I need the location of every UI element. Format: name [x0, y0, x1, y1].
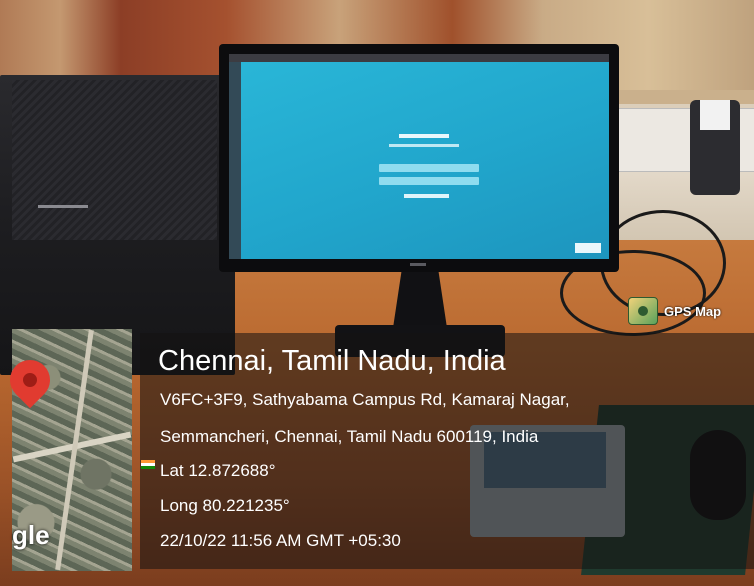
monitor — [219, 44, 619, 272]
map-provider-text: gle — [12, 520, 50, 550]
photo-scene: GPS Map gle Chennai, Tamil Nadu, India V… — [0, 0, 754, 586]
login-password-field — [379, 177, 479, 185]
longitude: Long 80.221235° — [160, 496, 290, 515]
gps-map-badge: GPS Map — [628, 297, 721, 325]
timestamp: 22/10/22 11:56 AM GMT +05:30 — [160, 531, 401, 550]
monitor-screen — [229, 54, 609, 259]
tower-logo — [38, 205, 88, 208]
gps-map-label: GPS Map — [664, 303, 722, 319]
tower-vent — [12, 80, 217, 240]
address-line-2: Semmancheri, Chennai, Tamil Nadu 600119,… — [160, 427, 539, 446]
india-flag-icon — [141, 460, 155, 469]
monitor-logo — [410, 263, 426, 266]
login-title — [399, 134, 449, 138]
login-subtitle — [389, 144, 459, 147]
adapter-label — [700, 100, 730, 130]
address-line-1: V6FC+3F9, Sathyabama Campus Rd, Kamaraj … — [160, 390, 570, 409]
gps-map-camera-logo-icon — [628, 297, 658, 325]
screen-corner-button — [575, 243, 601, 253]
login-link — [404, 194, 449, 198]
screen-top-bar — [229, 54, 609, 62]
screen-dock — [229, 62, 241, 259]
login-username-field — [379, 164, 479, 172]
latitude: Lat 12.872688° — [160, 461, 276, 480]
location-title: Chennai, Tamil Nadu, India — [158, 345, 506, 377]
